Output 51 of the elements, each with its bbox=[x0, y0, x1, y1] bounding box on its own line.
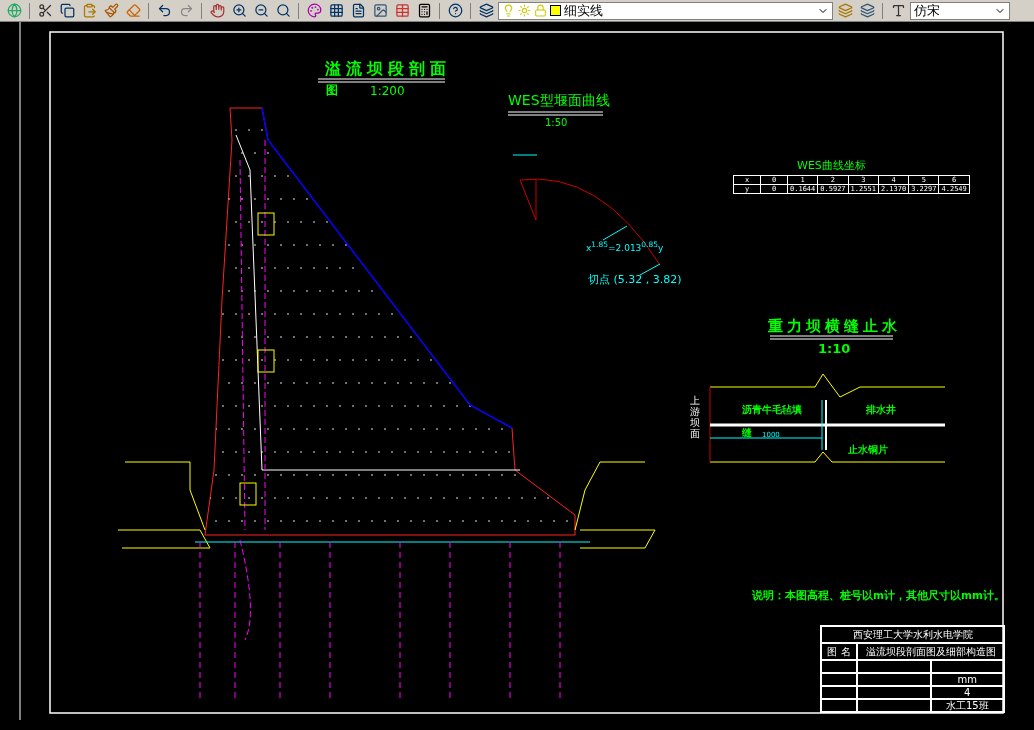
drawing-name: 溢流坝段剖面图及细部构造图 bbox=[857, 643, 1004, 660]
joint-title: 重力坝横缝止水 bbox=[768, 318, 901, 335]
unit-value: mm bbox=[930, 673, 1004, 686]
globe-icon bbox=[6, 3, 22, 18]
zoom-out-icon bbox=[253, 3, 269, 18]
document-icon bbox=[350, 3, 366, 18]
layers-icon bbox=[837, 3, 853, 18]
lightbulb-icon bbox=[502, 4, 515, 17]
hand-icon bbox=[209, 3, 225, 18]
calculator-icon bbox=[416, 3, 432, 18]
note-text: 说明：本图高程、桩号以m计，其他尺寸以mm计。 bbox=[752, 590, 1005, 602]
section-title-tail: 图 bbox=[326, 84, 338, 98]
name-label: 图 名 bbox=[821, 643, 857, 660]
color-swatch bbox=[550, 5, 561, 16]
layers-icon bbox=[478, 3, 494, 18]
filler-label: 沥青牛毛毡填 bbox=[742, 404, 802, 415]
class-value: 水工15班 bbox=[930, 699, 1004, 712]
grid-icon bbox=[328, 3, 344, 18]
sheet-value: 4 bbox=[930, 686, 1004, 699]
sun-icon bbox=[518, 4, 531, 17]
drain-label: 排水井 bbox=[866, 404, 896, 415]
palette-icon bbox=[306, 3, 322, 18]
image-icon bbox=[372, 3, 388, 18]
font-dropdown[interactable]: 仿宋 bbox=[910, 1, 1010, 20]
redo-icon bbox=[178, 3, 194, 18]
scissors-icon bbox=[37, 3, 53, 18]
eraser-icon bbox=[125, 3, 141, 18]
waterstop-label: 止水铜片 bbox=[848, 444, 888, 455]
filler-label-tail: 缝 bbox=[742, 427, 752, 438]
tangent-point-label: 切点 (5.32 , 3.82) bbox=[588, 274, 682, 287]
scale-label: 1:200 bbox=[370, 85, 405, 99]
undo-icon bbox=[156, 3, 172, 18]
paste-icon bbox=[81, 3, 97, 18]
zoom-in-icon bbox=[231, 3, 247, 18]
text-style-icon bbox=[890, 3, 906, 18]
layer-dropdown[interactable]: 细实线 bbox=[498, 1, 833, 20]
scale-label: 1:10 bbox=[818, 342, 851, 357]
wes-title: WES型堰面曲线 bbox=[508, 93, 610, 109]
copy-icon bbox=[59, 3, 75, 18]
section-title: 溢流坝段剖面 bbox=[325, 60, 451, 78]
table-icon bbox=[394, 3, 410, 18]
brush-icon bbox=[103, 3, 119, 18]
layers-icon bbox=[859, 3, 875, 18]
school-name: 西安理工大学水利水电学院 bbox=[821, 626, 1004, 643]
lock-icon bbox=[534, 4, 547, 17]
table-title: WES曲线坐标 bbox=[797, 160, 866, 173]
search-icon bbox=[275, 3, 291, 18]
curve-equation: x$^{1.85}$=2.013$^{0.85}$y bbox=[586, 241, 664, 254]
help-icon bbox=[447, 3, 463, 18]
upstream-face-label: 上游坝面 bbox=[690, 395, 700, 439]
scale-label: 1:50 bbox=[545, 117, 568, 128]
